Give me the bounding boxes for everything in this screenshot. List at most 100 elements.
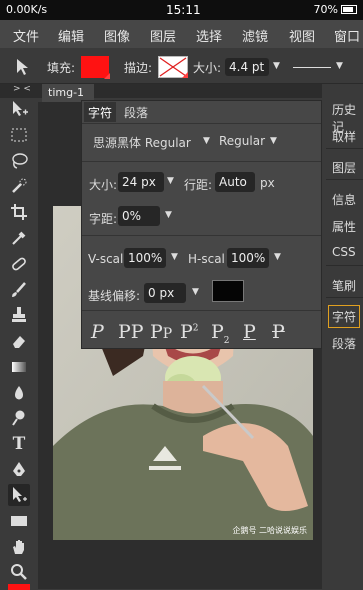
tracking-label: 字距: <box>89 212 118 226</box>
foreground-color-swatch[interactable] <box>8 584 30 590</box>
tab-character[interactable]: 字符 <box>84 102 117 122</box>
horizontal-scale-dropdown-icon[interactable]: ▼ <box>274 252 281 262</box>
horizontal-scale-label: H-scal <box>188 252 225 266</box>
battery-indicator: 70% <box>314 3 357 16</box>
panel-sampling[interactable]: 取样 <box>332 128 356 145</box>
strikethrough-icon[interactable]: P <box>272 321 285 343</box>
path-selection-tool-icon[interactable] <box>8 484 30 506</box>
panel-divider <box>82 123 321 124</box>
stroke-color-swatch[interactable] <box>158 56 188 78</box>
zoom-tool-icon[interactable] <box>8 561 30 583</box>
vertical-scale-input[interactable]: 100% <box>124 248 166 268</box>
gradient-tool-icon[interactable] <box>8 356 30 378</box>
status-bar: 0.00K/s 15:11 70% <box>0 0 363 20</box>
toolbox: T <box>0 98 38 590</box>
panel-layers[interactable]: 图层 <box>332 159 356 176</box>
leading-input[interactable]: Auto <box>215 172 255 192</box>
font-size-label: 大小: <box>89 178 118 192</box>
blur-tool-icon[interactable] <box>8 382 30 404</box>
menu-edit[interactable]: 编辑 <box>58 26 84 45</box>
fill-color-swatch[interactable] <box>81 56 110 79</box>
font-size-dropdown-icon[interactable]: ▼ <box>167 176 174 186</box>
font-family-dropdown-icon[interactable]: ▼ <box>203 136 210 146</box>
rectangle-tool-icon[interactable] <box>8 510 30 532</box>
clock: 15:11 <box>166 3 201 17</box>
panel-paragraph[interactable]: 段落 <box>332 335 356 352</box>
dock-divider <box>326 179 363 180</box>
superscript-icon[interactable]: P2 <box>180 321 199 343</box>
dodge-tool-icon[interactable] <box>8 407 30 429</box>
menu-window[interactable]: 窗口 <box>334 26 360 45</box>
menu-bar: 文件 编辑 图像 图层 选择 滤镜 视图 窗口 <box>0 20 363 48</box>
stroke-size-label: 大小: <box>193 61 222 75</box>
photo-watermark: 企鹅号 二哈说说娱乐 <box>232 526 307 535</box>
panel-character[interactable]: 字符 <box>328 305 361 328</box>
fill-label: 填充: <box>47 61 76 75</box>
collapse-tools-button[interactable]: > < <box>13 84 31 94</box>
stroke-style-dropdown-icon[interactable]: ▼ <box>336 61 343 71</box>
lasso-tool-icon[interactable] <box>8 150 30 172</box>
stroke-style-preview[interactable] <box>293 67 331 68</box>
panel-css[interactable]: CSS <box>332 245 356 259</box>
panel-divider <box>82 310 321 311</box>
panel-divider <box>82 235 321 236</box>
menu-view[interactable]: 视图 <box>289 26 315 45</box>
panel-divider <box>82 161 321 162</box>
no-stroke-icon <box>159 57 187 77</box>
panel-properties[interactable]: 属性 <box>332 218 356 235</box>
brush-tool-icon[interactable] <box>8 279 30 301</box>
faux-italic-icon[interactable]: P <box>91 321 104 343</box>
baseline-shift-input[interactable]: 0 px <box>144 283 186 303</box>
move-tool-icon[interactable] <box>8 98 30 120</box>
stroke-size-dropdown-icon[interactable]: ▼ <box>273 61 280 71</box>
dock-divider <box>326 265 363 266</box>
subscript-icon[interactable]: P2 <box>211 321 230 346</box>
dock-divider <box>326 297 363 298</box>
tracking-dropdown-icon[interactable]: ▼ <box>165 210 172 220</box>
battery-percent: 70% <box>313 3 338 16</box>
menu-file[interactable]: 文件 <box>13 26 39 45</box>
healing-brush-tool-icon[interactable] <box>8 253 30 275</box>
pen-tool-icon[interactable] <box>8 459 30 481</box>
type-tool-icon[interactable]: T <box>8 433 30 455</box>
panel-brushes[interactable]: 笔刷 <box>332 277 356 294</box>
selection-arrow-icon[interactable] <box>14 57 34 77</box>
menu-filter[interactable]: 滤镜 <box>242 26 268 45</box>
document-tab-label: timg-1 <box>48 86 85 99</box>
options-bar: 填充: 描边: 大小: 4.4 pt ▼ ▼ <box>0 48 363 84</box>
tab-paragraph[interactable]: 段落 <box>120 102 152 122</box>
character-panel: 字符 段落 思源黑体 Regular ▼ Regular ▼ 大小: 24 px… <box>81 100 322 349</box>
baseline-shift-dropdown-icon[interactable]: ▼ <box>192 287 199 297</box>
eraser-tool-icon[interactable] <box>8 330 30 352</box>
menu-layer[interactable]: 图层 <box>150 26 176 45</box>
hand-tool-icon[interactable] <box>8 536 30 558</box>
vertical-scale-label: V-scal <box>88 252 124 266</box>
marquee-tool-icon[interactable] <box>8 124 30 146</box>
font-family-select[interactable]: 思源黑体 Regular <box>93 134 191 151</box>
network-speed: 0.00K/s <box>6 3 48 16</box>
font-size-input[interactable]: 24 px <box>118 172 164 192</box>
leading-unit: px <box>260 176 275 190</box>
tracking-input[interactable]: 0% <box>118 206 160 226</box>
clone-stamp-tool-icon[interactable] <box>8 304 30 326</box>
menu-select[interactable]: 选择 <box>196 26 222 45</box>
eyedropper-tool-icon[interactable] <box>8 227 30 249</box>
text-color-swatch[interactable] <box>212 280 244 302</box>
small-caps-icon[interactable]: PP <box>150 321 172 343</box>
horizontal-scale-input[interactable]: 100% <box>227 248 269 268</box>
all-caps-icon[interactable]: PP <box>118 321 144 343</box>
dock-divider <box>326 148 363 149</box>
font-style-dropdown-icon[interactable]: ▼ <box>270 136 277 146</box>
stroke-label: 描边: <box>124 61 153 75</box>
crop-tool-icon[interactable] <box>8 201 30 223</box>
baseline-shift-label: 基线偏移: <box>88 289 141 303</box>
battery-icon <box>341 5 357 14</box>
font-style-select[interactable]: Regular <box>219 134 265 148</box>
panel-info[interactable]: 信息 <box>332 191 356 208</box>
stroke-size-input[interactable]: 4.4 pt <box>225 58 269 76</box>
menu-image[interactable]: 图像 <box>104 26 130 45</box>
quick-selection-tool-icon[interactable] <box>8 175 30 197</box>
leading-label: 行距: <box>184 178 213 192</box>
vertical-scale-dropdown-icon[interactable]: ▼ <box>171 252 178 262</box>
underline-icon[interactable]: P <box>243 321 256 343</box>
